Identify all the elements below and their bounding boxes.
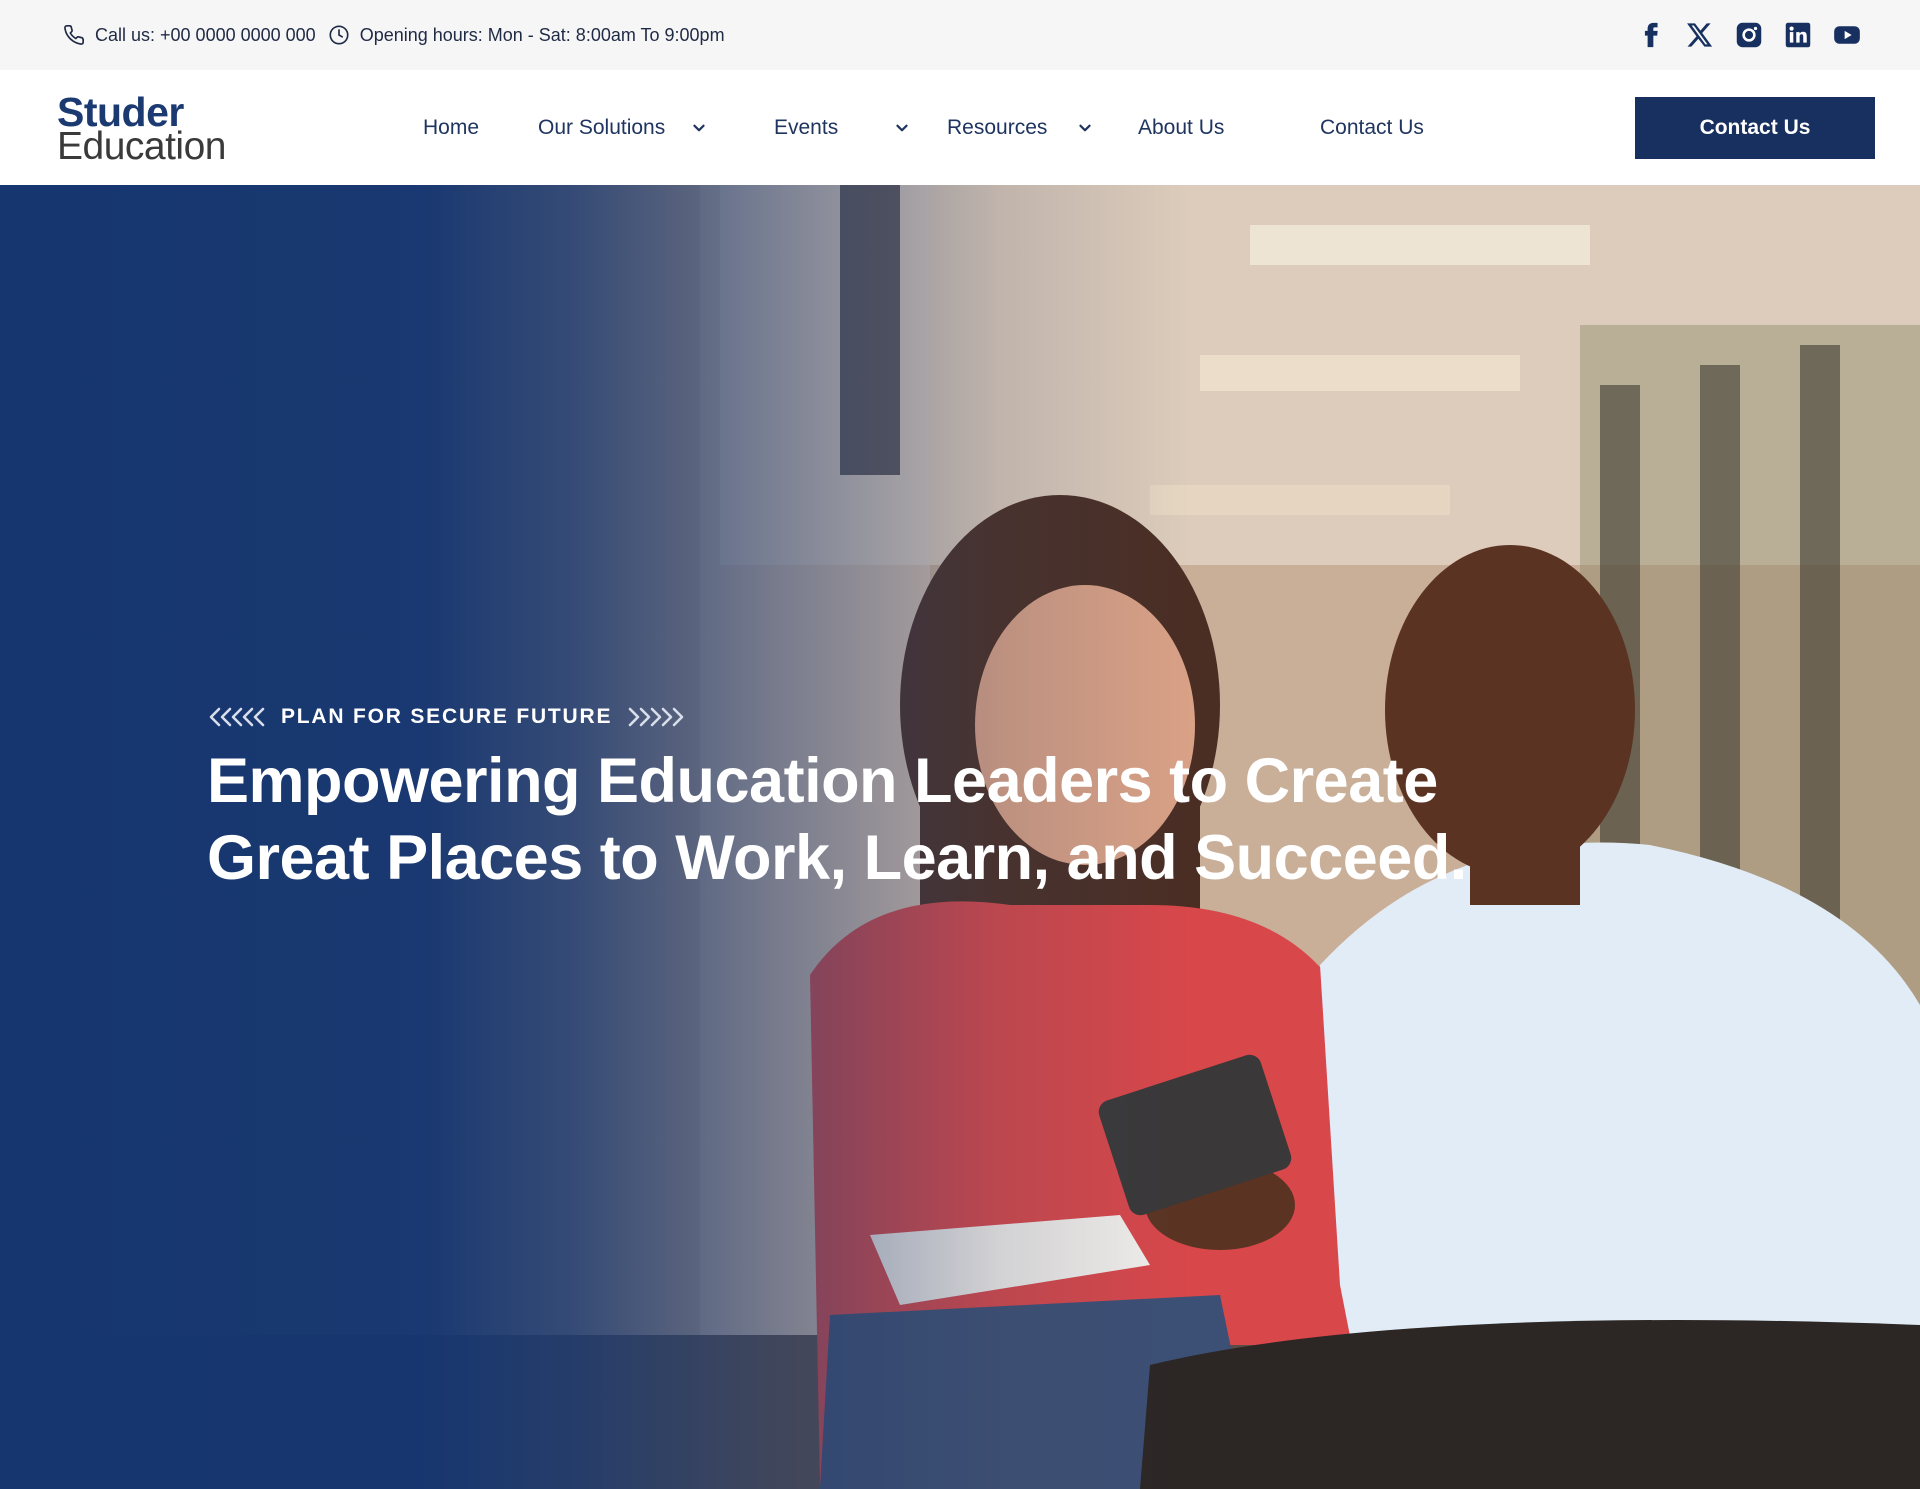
- hero-section: PLAN FOR SECURE FUTURE Empowering Educat…: [0, 185, 1920, 1489]
- linkedin-icon[interactable]: [1783, 20, 1813, 50]
- contact-info: Call us: +00 0000 0000 000 Opening hours…: [63, 24, 737, 46]
- nav-solutions-label: Our Solutions: [538, 115, 666, 139]
- nav-home-label: Home: [423, 115, 480, 139]
- chevron-down-icon[interactable]: [690, 119, 708, 137]
- nav-contact-label: Contact Us: [1320, 115, 1424, 139]
- hours-info: Opening hours: Mon - Sat: 8:00am To 9:00…: [328, 24, 725, 46]
- hours-text: Opening hours: Mon - Sat: 8:00am To 9:00…: [359, 24, 725, 45]
- nav-about-label: About Us: [1138, 115, 1225, 139]
- nav-contact-us[interactable]: Contact Us: [1320, 70, 1424, 185]
- clock-icon: [328, 24, 350, 46]
- main-nav: Home Our Solutions Events Resources Abou…: [0, 70, 1920, 185]
- social-links: [1617, 20, 1862, 50]
- hero-eyebrow: PLAN FOR SECURE FUTURE: [207, 705, 1507, 729]
- youtube-icon[interactable]: [1832, 20, 1862, 50]
- top-info-bar: Call us: +00 0000 0000 000 Opening hours…: [0, 0, 1920, 70]
- nav-home[interactable]: Home: [423, 70, 479, 185]
- nav-resources-label: Resources: [947, 115, 1048, 139]
- contact-us-button[interactable]: Contact Us: [1635, 97, 1875, 159]
- chevrons-left-icon: [207, 706, 271, 728]
- chevrons-right-icon: [622, 706, 686, 728]
- hero-content: PLAN FOR SECURE FUTURE Empowering Educat…: [207, 705, 1507, 897]
- hero-headline: Empowering Education Leaders to Create G…: [207, 746, 1467, 893]
- site-header: Studer Education Home Our Solutions Even…: [0, 70, 1920, 185]
- phone-info[interactable]: Call us: +00 0000 0000 000: [63, 24, 316, 46]
- instagram-icon[interactable]: [1734, 20, 1764, 50]
- nav-events[interactable]: Events: [774, 70, 908, 185]
- nav-events-label: Events: [774, 115, 839, 139]
- chevron-down-icon[interactable]: [893, 119, 911, 137]
- x-twitter-icon[interactable]: [1685, 20, 1715, 50]
- phone-icon: [63, 24, 85, 46]
- nav-about-us[interactable]: About Us: [1138, 70, 1224, 185]
- eyebrow-text: PLAN FOR SECURE FUTURE: [281, 705, 613, 728]
- facebook-icon[interactable]: [1636, 20, 1666, 50]
- phone-text: Call us: +00 0000 0000 000: [95, 24, 316, 45]
- nav-resources[interactable]: Resources: [947, 70, 1091, 185]
- chevron-down-icon[interactable]: [1076, 119, 1094, 137]
- nav-our-solutions[interactable]: Our Solutions: [538, 70, 705, 185]
